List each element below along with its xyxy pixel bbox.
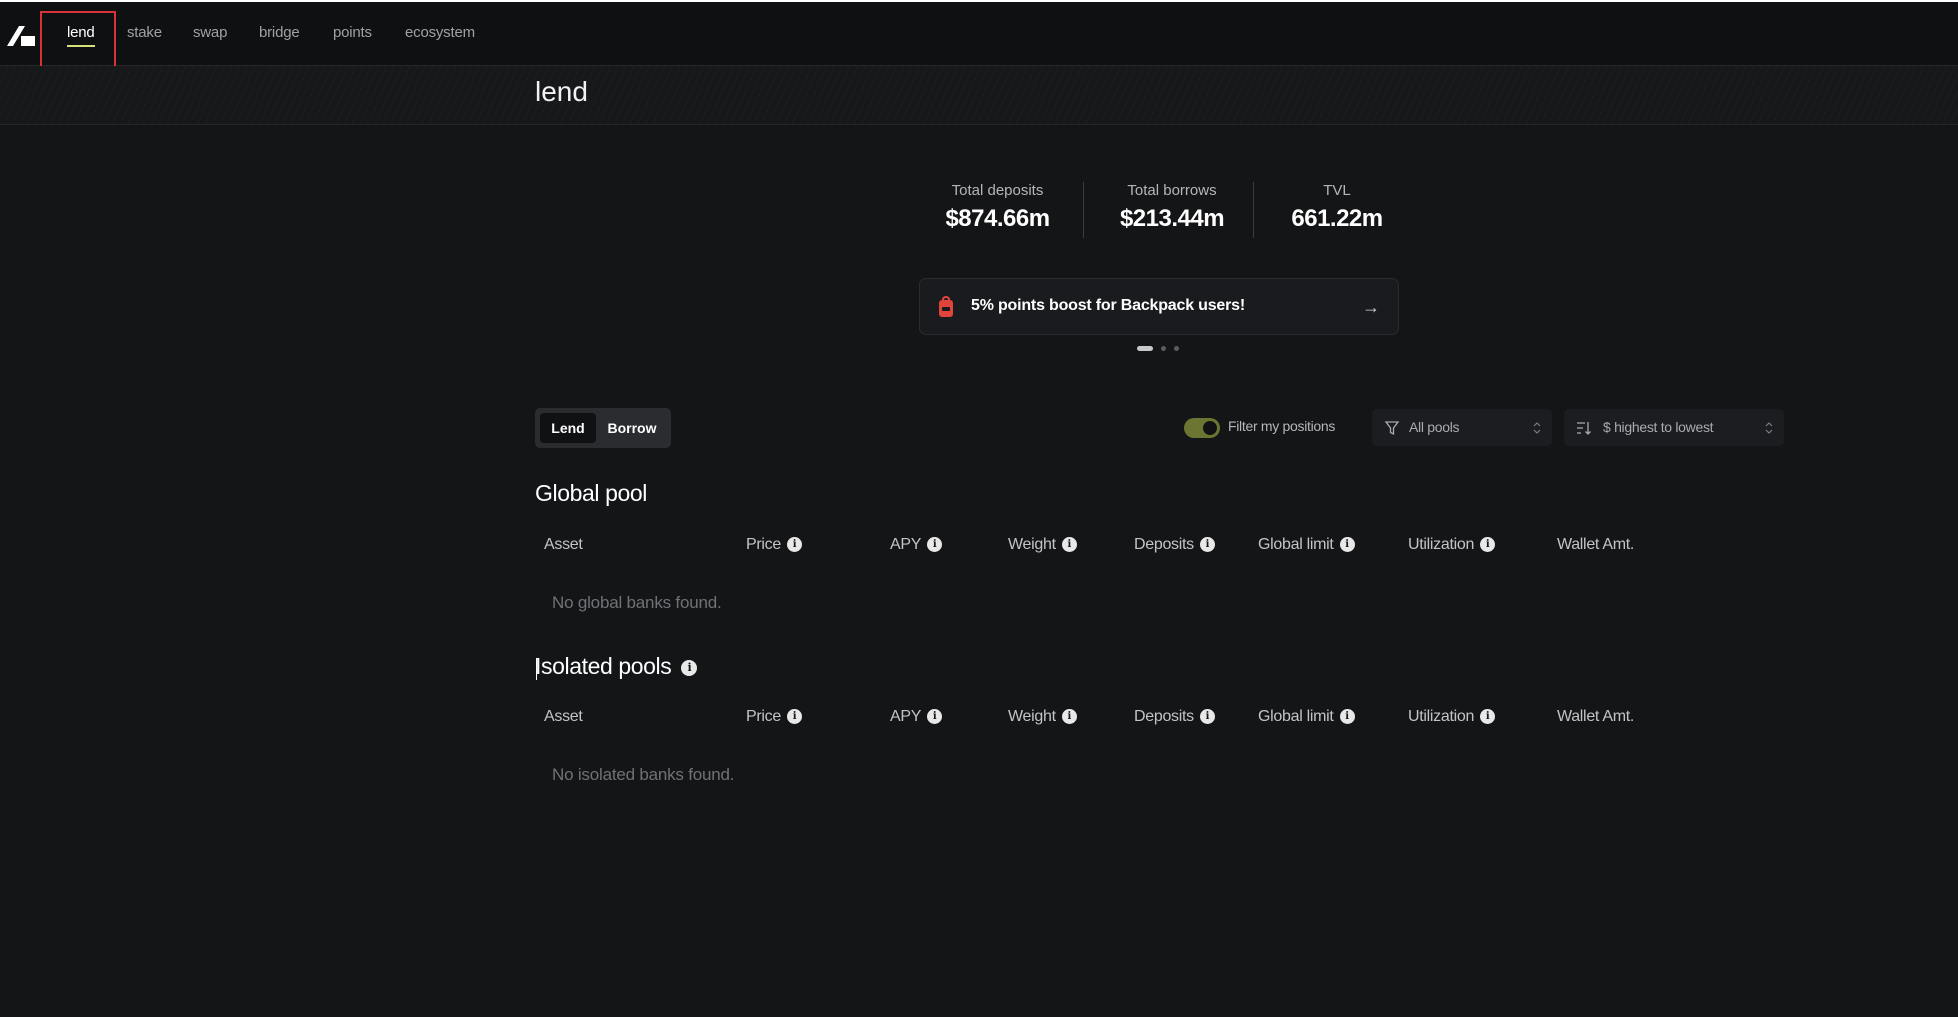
column-label: Global limit (1258, 536, 1334, 553)
arrow-right-icon[interactable]: → (1362, 297, 1380, 318)
stat-total-deposits: Total deposits $874.66m (920, 182, 1075, 233)
info-icon[interactable]: i (1199, 709, 1215, 725)
info-icon[interactable]: i (786, 537, 802, 553)
column-label: Weight (1008, 708, 1056, 725)
nav-item-swap[interactable]: swap (193, 24, 227, 41)
stat-divider (1083, 182, 1084, 238)
column-label: Utilization (1408, 708, 1475, 725)
stat-value: $874.66m (945, 205, 1050, 232)
global-pool-empty-state: No global banks found. (552, 593, 722, 612)
global-pool-title: Global pool (535, 480, 647, 506)
carousel-dot-active[interactable] (1137, 346, 1153, 351)
backpack-icon (939, 296, 953, 317)
carousel-dot[interactable] (1174, 346, 1179, 351)
info-icon[interactable]: i (927, 709, 943, 725)
column-header-wallet-amt[interactable]: Wallet Amt. (1557, 708, 1634, 726)
stat-divider (1253, 182, 1254, 238)
column-label: Price (746, 536, 781, 553)
column-label: Deposits (1134, 536, 1194, 553)
column-label: Asset (544, 536, 583, 553)
info-icon[interactable]: i (1339, 709, 1355, 725)
stat-tvl: TVL 661.22m (1262, 182, 1412, 233)
toggle-knob (1203, 421, 1217, 435)
chevron-up-down-icon (1765, 422, 1773, 434)
info-icon[interactable]: i (1480, 709, 1496, 725)
info-icon[interactable]: i (1199, 537, 1215, 553)
column-label: Wallet Amt. (1557, 536, 1635, 553)
info-icon[interactable]: i (786, 709, 802, 725)
column-header-weight[interactable]: Weight i (1008, 536, 1077, 554)
column-header-apy[interactable]: APY i (890, 708, 943, 726)
stat-total-borrows: Total borrows $213.44m (1092, 182, 1252, 233)
pool-filter-select[interactable]: All pools (1372, 409, 1552, 446)
top-navbar: lend stake swap bridge points ecosystem (0, 2, 1958, 66)
sort-select[interactable]: $ highest to lowest (1564, 409, 1784, 446)
column-label: Asset (544, 708, 583, 725)
carousel-dot[interactable] (1161, 346, 1166, 351)
column-header-wallet-amt[interactable]: Wallet Amt. (1557, 536, 1634, 554)
nav-item-points[interactable]: points (333, 24, 372, 41)
column-header-price[interactable]: Price i (746, 536, 802, 554)
nav-item-ecosystem[interactable]: ecosystem (405, 24, 475, 41)
filter-positions-toggle[interactable] (1184, 418, 1220, 438)
column-header-utilization[interactable]: Utilization i (1408, 708, 1496, 726)
borrow-mode-button[interactable]: Borrow (599, 413, 665, 443)
column-header-weight[interactable]: Weight i (1008, 708, 1077, 726)
nav-item-bridge[interactable]: bridge (259, 24, 300, 41)
page-title: lend (535, 76, 588, 107)
column-label: APY (890, 536, 922, 553)
stat-label: Total borrows (1127, 182, 1217, 199)
stat-value: $213.44m (1119, 205, 1225, 232)
column-header-global-limit[interactable]: Global limit i (1258, 536, 1355, 554)
info-icon[interactable]: i (927, 537, 943, 553)
chevron-up-down-icon (1533, 422, 1541, 434)
info-icon[interactable]: i (681, 659, 698, 676)
info-icon[interactable]: i (1061, 537, 1077, 553)
page-header-band (0, 66, 1958, 125)
isolated-pools-label: Isolated pools (535, 653, 672, 679)
column-label: Wallet Amt. (1557, 708, 1635, 725)
column-label: Weight (1008, 536, 1056, 553)
sort-icon (1577, 422, 1591, 435)
column-header-asset[interactable]: Asset (544, 536, 583, 554)
sort-value: $ highest to lowest (1603, 419, 1714, 435)
info-icon[interactable]: i (1480, 537, 1496, 553)
info-icon[interactable]: i (1339, 537, 1355, 553)
column-header-asset[interactable]: Asset (544, 708, 583, 726)
column-label: Price (746, 708, 781, 725)
isolated-pools-title: Isolated pools i (535, 653, 698, 680)
column-label: APY (890, 708, 922, 725)
stat-label: TVL (1323, 182, 1351, 199)
nav-item-stake[interactable]: stake (127, 24, 162, 41)
stat-value: 661.22m (1291, 205, 1383, 232)
banner-text: 5% points boost for Backpack users! (971, 297, 1245, 314)
column-header-utilization[interactable]: Utilization i (1408, 536, 1496, 554)
lend-borrow-toggle: Lend Borrow (535, 408, 671, 448)
filter-positions-label[interactable]: Filter my positions (1228, 418, 1335, 434)
column-label: Deposits (1134, 708, 1194, 725)
column-header-deposits[interactable]: Deposits i (1134, 536, 1215, 554)
lend-mode-button[interactable]: Lend (540, 413, 596, 443)
filter-icon (1384, 421, 1400, 436)
column-header-apy[interactable]: APY i (890, 536, 943, 554)
stat-label: Total deposits (951, 182, 1044, 199)
column-header-price[interactable]: Price i (746, 708, 802, 726)
column-header-global-limit[interactable]: Global limit i (1258, 708, 1355, 726)
column-label: Global limit (1258, 708, 1334, 725)
column-header-deposits[interactable]: Deposits i (1134, 708, 1215, 726)
column-label: Utilization (1408, 536, 1475, 553)
info-icon[interactable]: i (1061, 709, 1077, 725)
isolated-pools-empty-state: No isolated banks found. (552, 765, 735, 784)
app-logo-icon[interactable] (5, 24, 37, 48)
promo-banner[interactable]: 5% points boost for Backpack users! → (919, 278, 1399, 335)
pool-filter-value: All pools (1409, 419, 1460, 435)
